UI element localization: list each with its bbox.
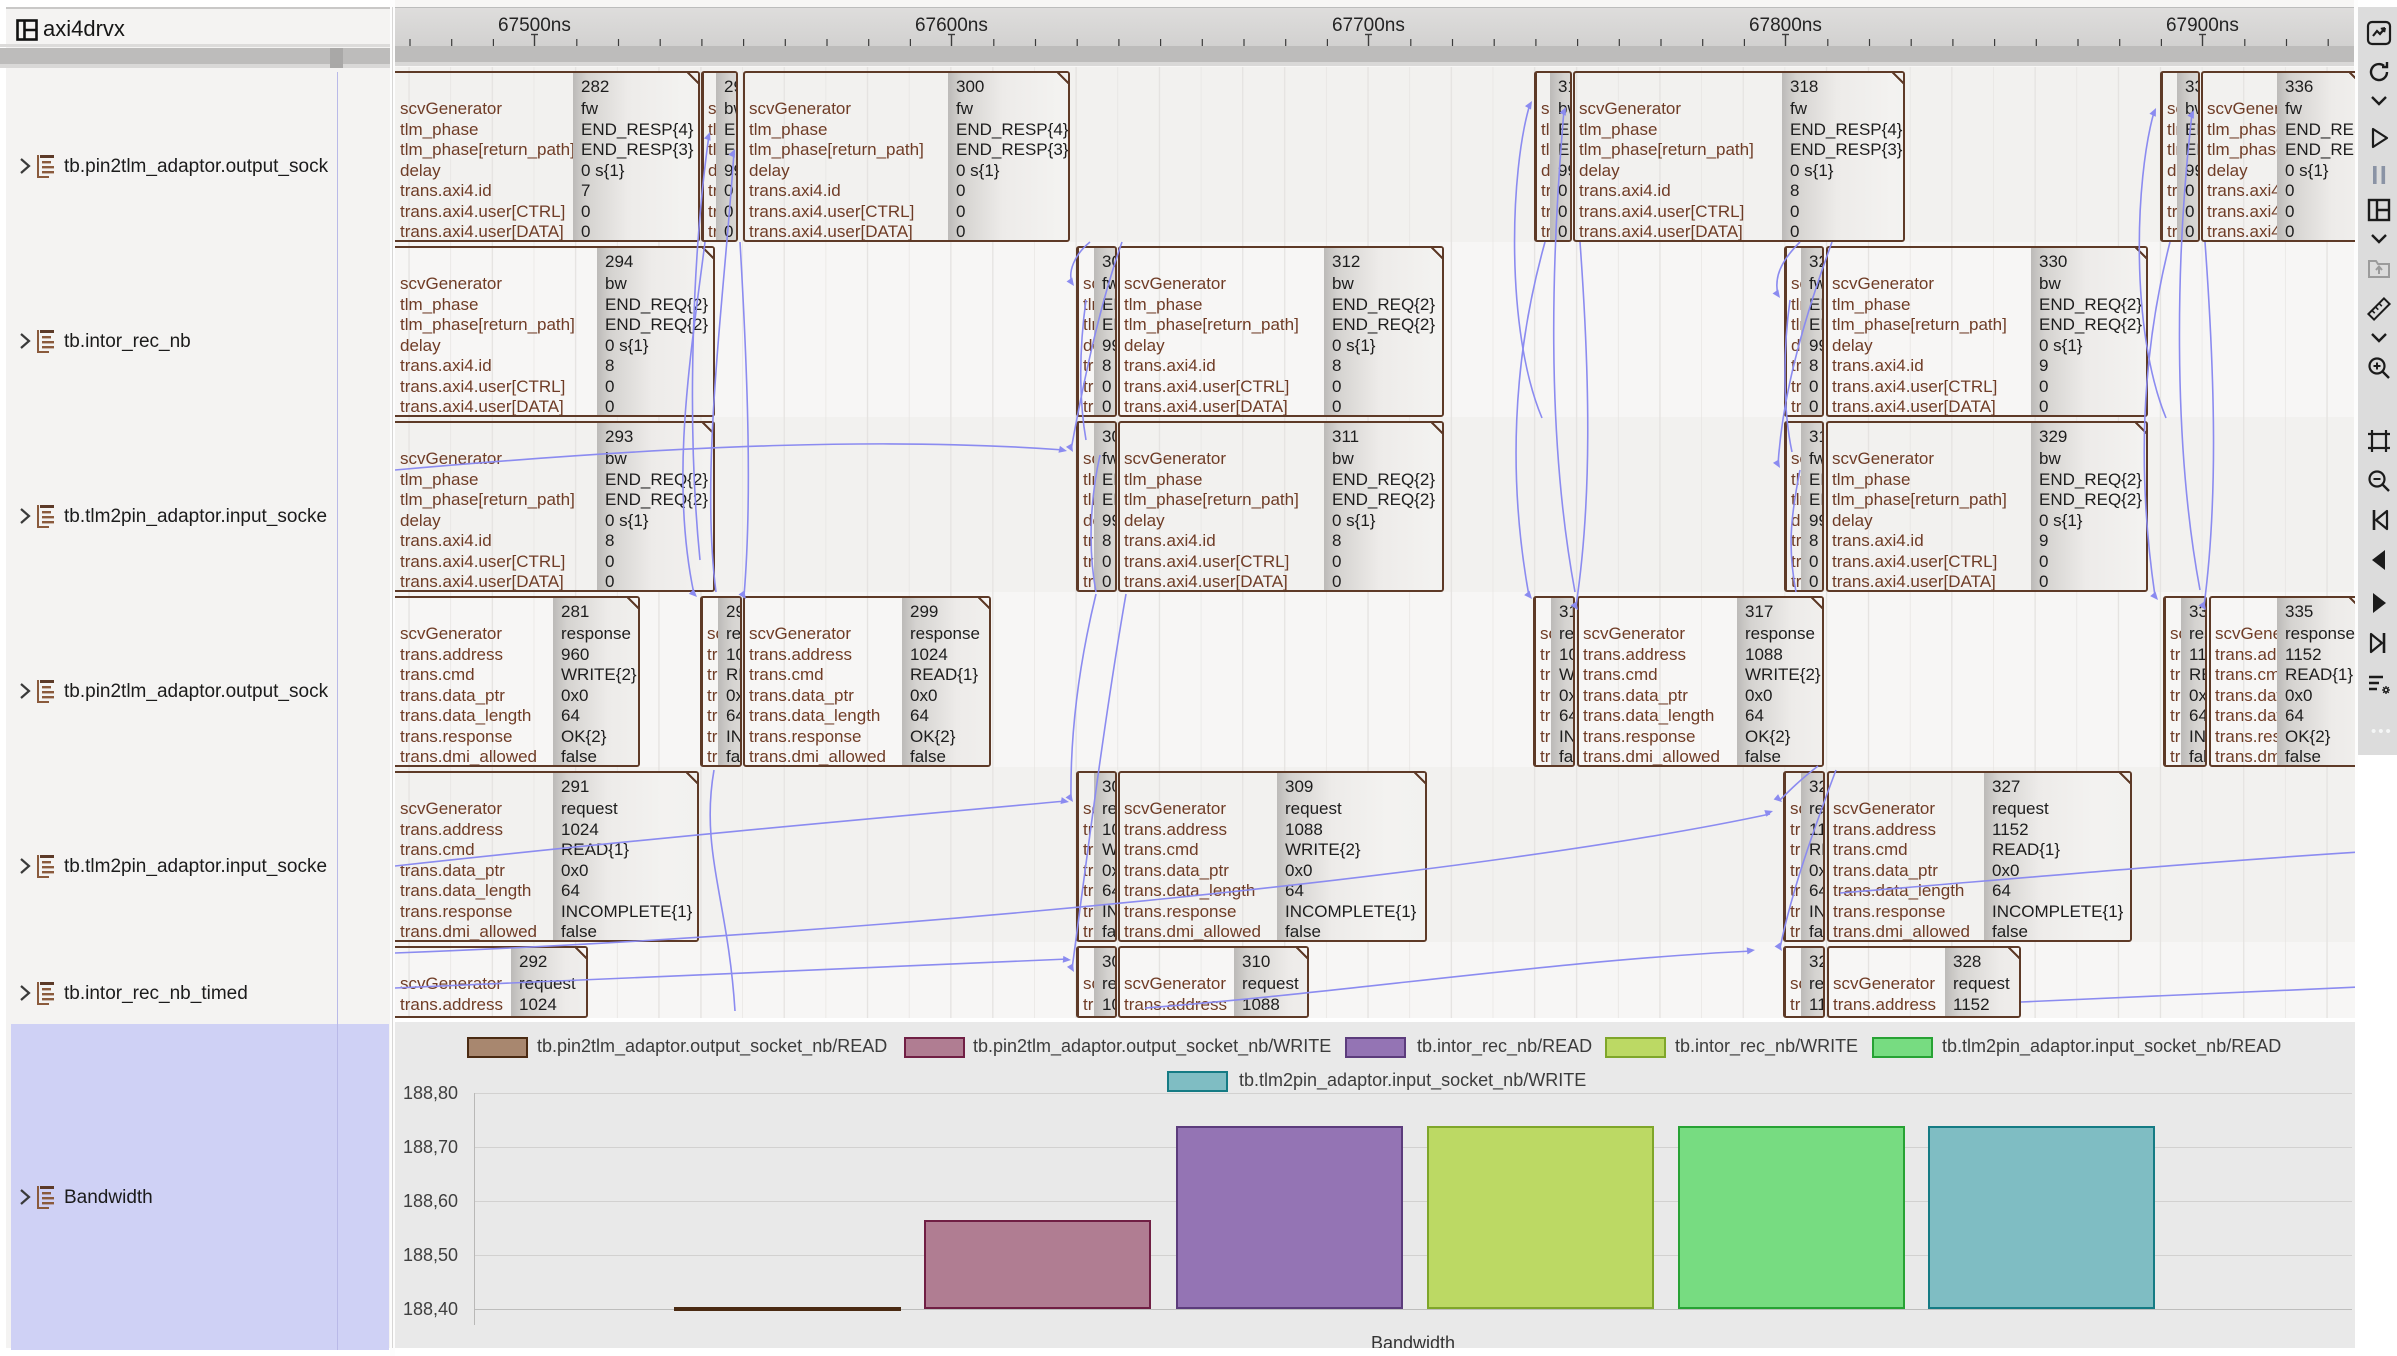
svg-text:67500ns: 67500ns xyxy=(498,15,571,36)
svg-text:67800ns: 67800ns xyxy=(1749,15,1822,36)
svg-text:67900ns: 67900ns xyxy=(2166,15,2239,36)
svg-text:67600ns: 67600ns xyxy=(915,15,988,36)
svg-text:67700ns: 67700ns xyxy=(1332,15,1405,36)
